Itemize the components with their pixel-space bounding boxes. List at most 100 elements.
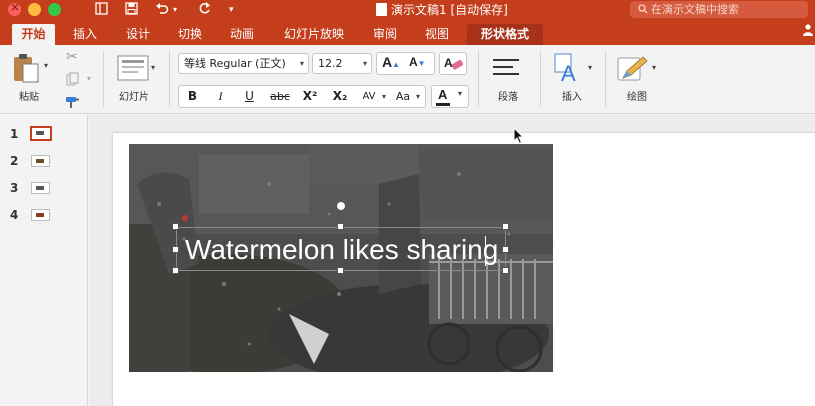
redo-icon[interactable] [198,2,211,20]
chevron-down-icon: ▾ [362,59,367,68]
clear-formatting-button[interactable]: A [439,52,467,75]
close-window-button[interactable] [8,0,21,16]
insert-dropdown-icon[interactable]: ▾ [588,63,592,72]
thumbnail-content [36,159,44,163]
ribbon-tabs: 开始 插入 设计 切换 动画 幻灯片放映 审阅 视图 形状格式 [0,20,815,45]
slide-thumbnails-panel: 1 2 3 4 [0,115,88,406]
paste-label[interactable]: 粘贴 [19,88,39,103]
change-case-dropdown-icon[interactable]: ▾ [416,92,420,101]
arrow-down-icon: ▼ [417,59,426,68]
strikethrough-button[interactable]: abc [266,86,294,107]
grow-font-label: A [382,54,393,70]
paragraph-label[interactable]: 段落 [498,88,518,103]
new-slide-label[interactable]: 幻灯片 [119,88,149,103]
cut-icon[interactable]: ✂ [66,49,78,65]
drawing-label[interactable]: 绘图 [627,88,647,103]
character-spacing-dropdown-icon[interactable]: ▾ [382,92,386,101]
tab-slideshow[interactable]: 幻灯片放映 [276,24,352,45]
search-icon [638,4,648,14]
tab-view[interactable]: 视图 [417,24,457,45]
font-color-label: A [438,87,448,102]
minimize-window-button[interactable] [28,3,41,16]
font-color-dropdown-icon: ▾ [458,89,463,98]
ribbon-separator [605,51,606,107]
insert-label[interactable]: 插入 [562,88,582,103]
paste-icon[interactable] [12,52,40,84]
tab-animations[interactable]: 动画 [222,24,262,45]
paste-dropdown-icon[interactable]: ▾ [44,61,48,70]
resize-handle-top-left[interactable] [172,223,179,230]
change-case-button[interactable]: Aa [391,86,415,107]
slide-thumbnail-4[interactable] [31,209,50,221]
font-name-select[interactable]: 等线 Regular (正文) ▾ [178,53,309,74]
resize-handle-bottom-right[interactable] [502,267,509,274]
format-painter-icon[interactable] [65,95,81,109]
resize-handle-top[interactable] [337,223,344,230]
customize-toolbar-icon[interactable]: ▾ [229,2,234,18]
text-cursor [485,236,486,266]
svg-text:A: A [444,56,453,70]
drawing-icon[interactable] [617,54,649,84]
maximize-window-button[interactable] [48,3,61,16]
superscript-button[interactable]: X² [298,86,322,107]
undo-dropdown-icon[interactable]: ▾ [173,2,177,18]
ribbon: ▾ 粘贴 ✂ ▾ ▾ 幻灯片 等线 Regular (正文) ▾ 12.2 ▾ A▲… [0,45,815,114]
thumbnail-content [36,131,44,135]
tab-shape-format[interactable]: 形状格式 [467,24,543,45]
undo-icon[interactable] [155,2,169,20]
character-spacing-button[interactable]: AV [357,86,381,107]
tab-transitions[interactable]: 切换 [170,24,210,45]
copy-icon[interactable] [66,72,80,86]
shrink-font-button[interactable]: A▼ [409,55,426,69]
font-size-select[interactable]: 12.2 ▾ [312,53,372,74]
font-name-value: 等线 Regular (正文) [184,57,286,70]
drawing-dropdown-icon[interactable]: ▾ [652,63,656,72]
chevron-down-icon: ▾ [299,59,304,68]
title-bar: ▾ ▾ 演示文稿1 [自动保存] 在演示文稿中搜索 [0,0,815,20]
insert-shapes-icon[interactable]: A [554,53,586,83]
eraser-icon: A [444,56,464,70]
tab-design[interactable]: 设计 [118,24,158,45]
resize-handle-bottom[interactable] [337,267,344,274]
resize-handle-right[interactable] [502,246,509,253]
ribbon-separator [169,51,170,107]
new-slide-dropdown-icon[interactable]: ▾ [151,63,155,72]
sidebar-toggle-icon[interactable] [95,2,108,20]
font-size-buttons: A▲ A▼ [376,52,435,75]
font-color-swatch [436,103,450,106]
rotate-handle-icon[interactable] [336,201,346,211]
slide-thumbnail-1[interactable] [30,126,52,141]
tab-review[interactable]: 审阅 [365,24,405,45]
document-title: 演示文稿1 [自动保存] [376,2,508,18]
search-placeholder: 在演示文稿中搜索 [651,3,739,16]
bold-button[interactable]: B [182,86,203,107]
tab-home[interactable]: 开始 [12,24,55,45]
slide-text[interactable]: Watermelon likes sharing [185,232,498,268]
thumbnail-content [36,186,44,190]
new-slide-icon[interactable] [117,55,149,81]
slide-number: 4 [10,208,19,222]
user-icon[interactable] [803,24,813,36]
slide-thumbnail-2[interactable] [31,155,50,167]
slide-number: 1 [10,127,19,141]
powerpoint-window: ▾ ▾ 演示文稿1 [自动保存] 在演示文稿中搜索 开始 插入 设计 切换 动画… [0,0,815,406]
grow-font-button[interactable]: A▲ [382,54,400,70]
arrow-up-icon: ▲ [392,60,401,69]
tab-insert[interactable]: 插入 [65,24,105,45]
copy-dropdown-icon[interactable]: ▾ [87,74,91,83]
ribbon-separator [540,51,541,107]
resize-handle-top-right[interactable] [502,223,509,230]
font-color-button[interactable]: A ▾ [431,85,469,108]
search-input[interactable]: 在演示文稿中搜索 [630,1,808,18]
slide-thumbnail-3[interactable] [31,182,50,194]
resize-handle-left[interactable] [172,246,179,253]
italic-button[interactable]: I [210,86,231,107]
shrink-font-label: A [409,55,418,69]
underline-button[interactable]: U [239,86,260,107]
resize-handle-bottom-left[interactable] [172,267,179,274]
paragraph-icon[interactable] [492,57,520,79]
svg-text:A: A [561,61,576,83]
subscript-button[interactable]: X₂ [328,86,352,107]
thumbnail-content [36,213,44,217]
save-icon[interactable] [125,2,138,20]
